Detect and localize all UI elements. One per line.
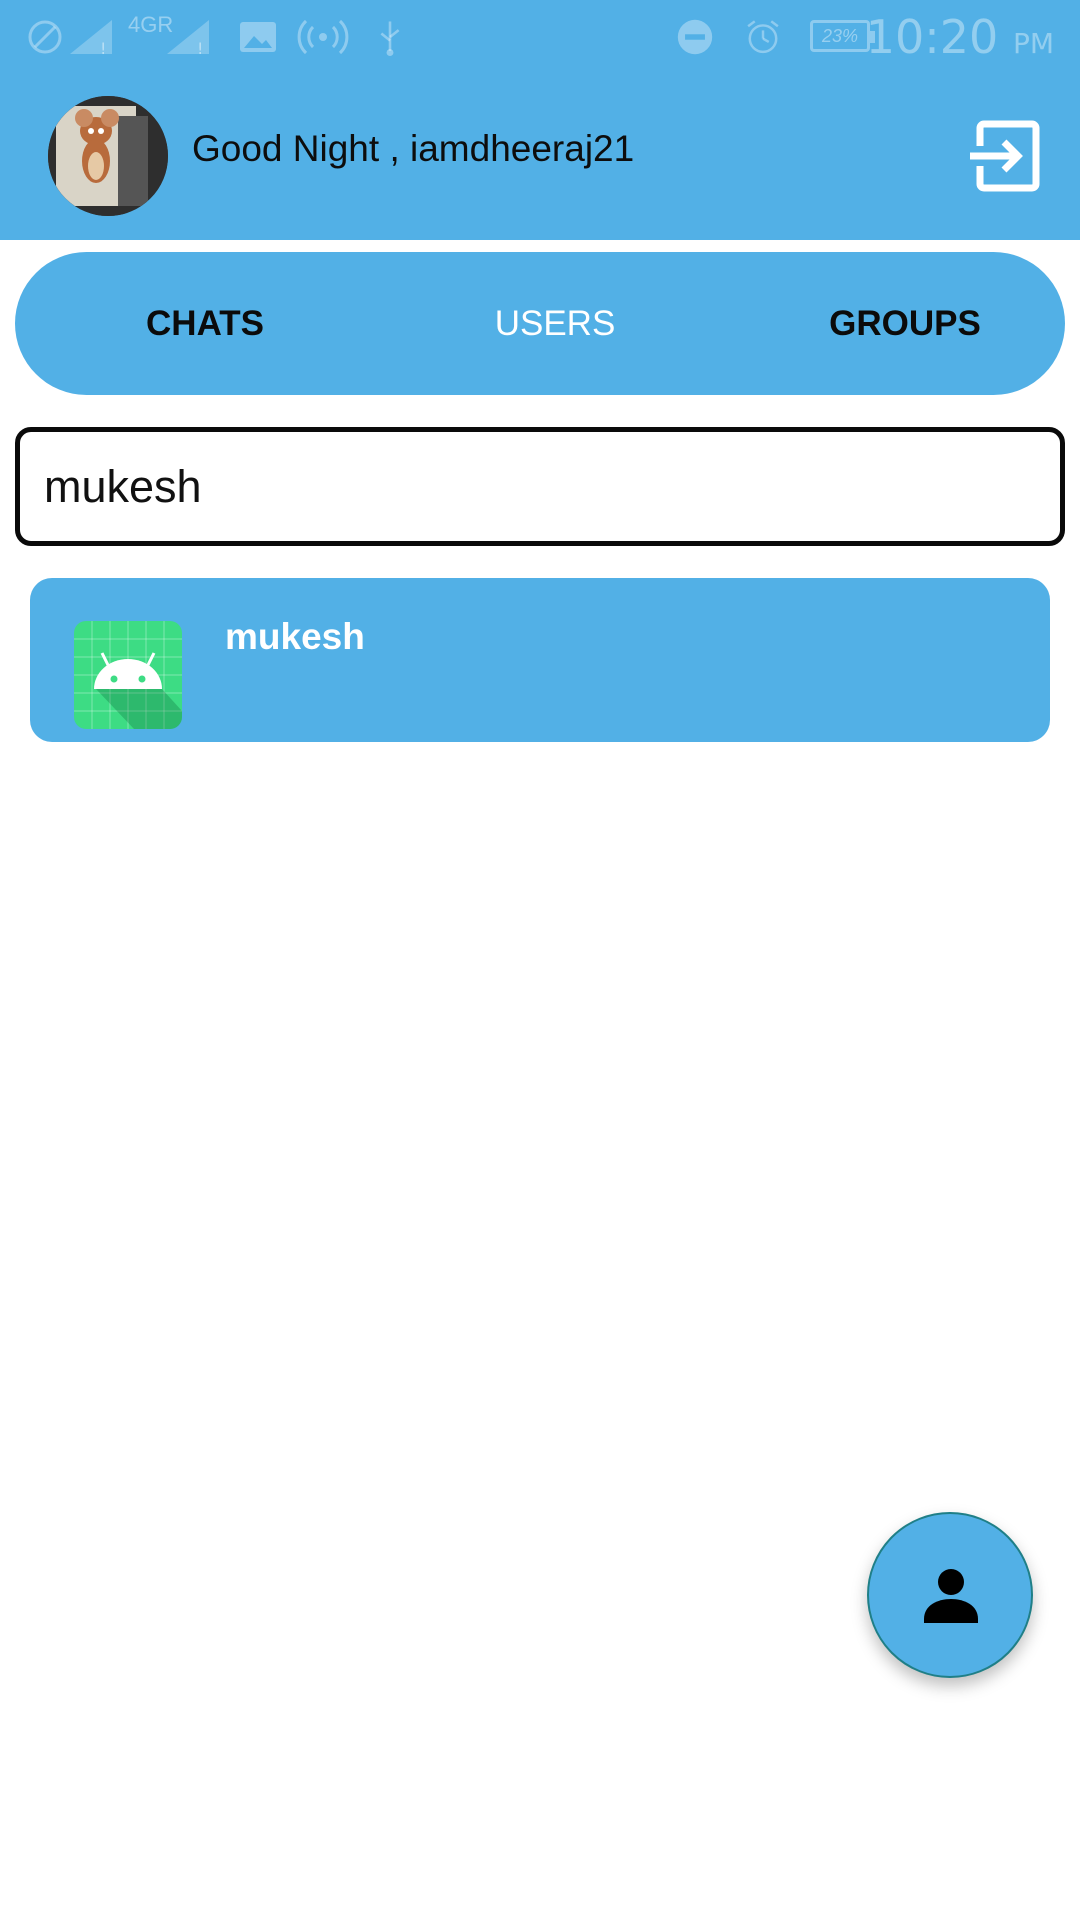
tab-bar: CHATS USERS GROUPS bbox=[15, 252, 1065, 395]
battery-icon: 23% bbox=[810, 20, 875, 52]
user-name: mukesh bbox=[225, 616, 365, 657]
search-box bbox=[15, 427, 1065, 546]
tab-users[interactable]: USERS bbox=[415, 252, 695, 395]
tab-groups[interactable]: GROUPS bbox=[775, 252, 1035, 395]
person-icon bbox=[924, 1569, 978, 1623]
avatar-image bbox=[48, 96, 168, 216]
usb-icon bbox=[380, 21, 400, 56]
status-time: 10:20 PM bbox=[866, 10, 1054, 64]
alarm-icon bbox=[747, 20, 779, 54]
logout-button[interactable] bbox=[966, 116, 1046, 196]
do-not-disturb-icon bbox=[28, 20, 62, 54]
greeting-text: Good Night , iamdheeraj21 bbox=[192, 128, 635, 169]
list-item[interactable]: mukesh bbox=[30, 578, 1050, 742]
svg-text:!: ! bbox=[197, 39, 203, 56]
user-avatar[interactable] bbox=[48, 96, 168, 216]
logout-icon bbox=[970, 120, 1040, 192]
time-ampm: PM bbox=[1012, 27, 1054, 60]
search-input[interactable] bbox=[44, 432, 1034, 541]
add-user-button[interactable] bbox=[867, 1512, 1033, 1678]
signal-icon: ! bbox=[70, 20, 112, 56]
signal-icon-2: ! bbox=[167, 20, 209, 56]
hotspot-icon bbox=[297, 19, 349, 55]
battery-level: 23% bbox=[821, 26, 859, 46]
tab-chats[interactable]: CHATS bbox=[75, 252, 335, 395]
android-icon bbox=[74, 621, 182, 729]
image-icon bbox=[240, 22, 276, 52]
time-text: 10:20 bbox=[865, 10, 999, 64]
svg-text:!: ! bbox=[100, 39, 106, 56]
dnd-minus-icon bbox=[677, 19, 713, 55]
status-bar: ! 4GR ! 23% 10:20 PM bbox=[0, 0, 1080, 74]
